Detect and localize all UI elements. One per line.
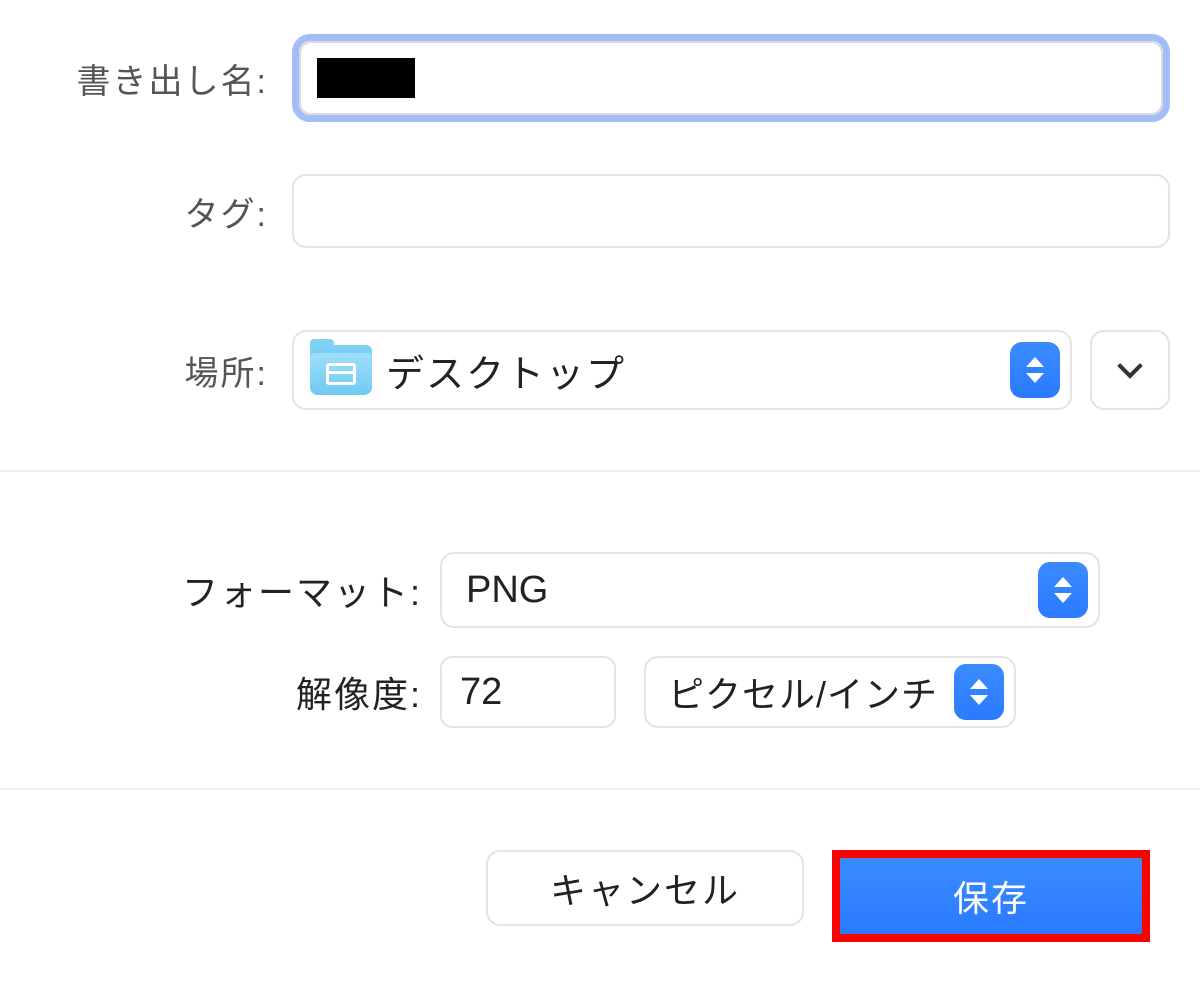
save-button-highlight: 保存 [832,850,1150,942]
cancel-button[interactable]: キャンセル [486,850,804,926]
location-label: 場所: [30,346,292,395]
save-button[interactable]: 保存 [840,858,1142,934]
resolution-unit-select[interactable]: ピクセル/インチ [644,656,1016,728]
format-section: フォーマット: PNG 解像度: 72 ピクセル/インチ [0,470,1200,790]
format-label: フォーマット: [30,564,440,616]
desktop-folder-icon [310,345,372,395]
export-dialog: 書き出し名: タグ: 場所: デスクトップ [0,0,1200,983]
resolution-unit-value: ピクセル/インチ [668,666,938,718]
location-stepper-icon [1010,342,1060,398]
chevron-down-icon [1117,353,1142,378]
location-value: デスクトップ [386,343,996,398]
file-section: 書き出し名: タグ: 場所: デスクトップ [0,34,1200,470]
format-select[interactable]: PNG [440,552,1100,628]
tags-label: タグ: [30,187,292,236]
export-name-focus-ring [292,34,1170,122]
expand-location-button[interactable] [1090,330,1170,410]
export-name-input[interactable] [299,41,1163,115]
location-select[interactable]: デスクトップ [292,330,1072,410]
unit-stepper-icon [954,664,1004,720]
format-value: PNG [466,569,1038,612]
export-name-label: 書き出し名: [30,54,292,103]
resolution-value: 72 [460,671,502,714]
resolution-input[interactable]: 72 [440,656,616,728]
format-stepper-icon [1038,562,1088,618]
tags-input[interactable] [292,174,1170,248]
redacted-filename [317,58,415,98]
action-section: キャンセル 保存 [0,790,1200,942]
resolution-label: 解像度: [30,666,440,718]
